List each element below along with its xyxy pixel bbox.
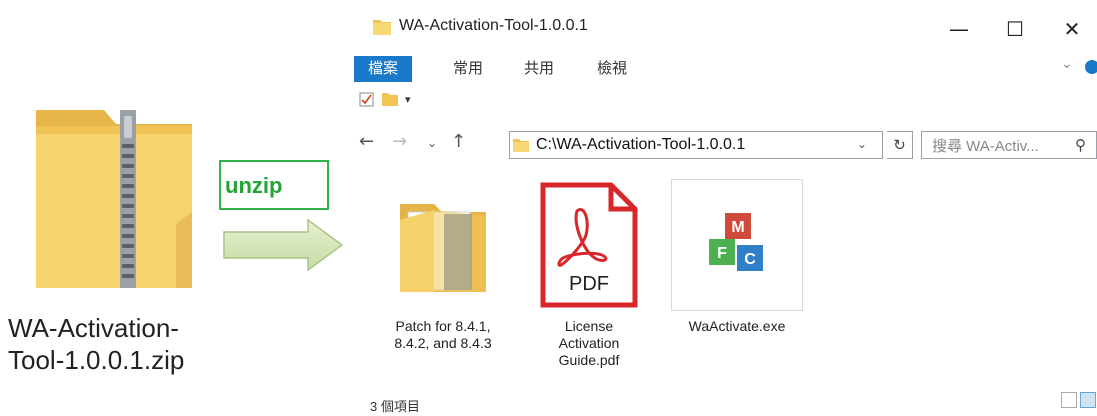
folder-icon	[513, 139, 529, 152]
tab-share[interactable]: 共用	[510, 56, 568, 82]
right-arrow-icon	[223, 218, 344, 272]
explorer-window: WA-Activation-Tool-1.0.0.1 — ☐ ✕ 檔案 常用 共…	[347, 0, 1097, 416]
new-folder-icon[interactable]	[381, 91, 399, 107]
status-bar-count: 3 個項目	[370, 399, 420, 414]
cube-letter-m: M	[731, 219, 744, 236]
item-label: WaActivate.exe	[688, 318, 786, 334]
search-icon: ⚲	[1075, 137, 1086, 154]
tab-file[interactable]: 檔案	[354, 56, 413, 82]
window-title: WA-Activation-Tool-1.0.0.1	[399, 17, 588, 34]
cube-letter-f: F	[717, 245, 727, 262]
tab-view[interactable]: 檢視	[583, 56, 641, 82]
navigation-bar: ← → ⌄ ↑ C:\WA-Activation-Tool-1.0.0.1 ⌄ …	[347, 123, 1097, 163]
search-placeholder: 搜尋 WA-Activ...	[932, 137, 1039, 155]
recent-locations-icon[interactable]: ⌄	[427, 136, 437, 150]
tab-home[interactable]: 常用	[439, 56, 497, 82]
customize-toolbar-icon[interactable]: ▾	[405, 93, 411, 106]
close-button[interactable]: ✕	[1052, 10, 1092, 48]
details-view-icon[interactable]	[1061, 392, 1077, 408]
help-icon[interactable]	[1085, 60, 1097, 74]
unzip-label: unzip	[225, 173, 283, 198]
back-icon[interactable]: ←	[359, 131, 374, 152]
item-label: License Activation Guide.pdf	[558, 318, 620, 368]
expand-ribbon-icon[interactable]: ⌄	[1061, 56, 1073, 72]
maximize-button[interactable]: ☐	[995, 10, 1035, 48]
ribbon-tabs: 檔案 常用 共用 檢視	[347, 52, 1097, 82]
pdf-badge: PDF	[569, 273, 609, 295]
view-switcher	[1061, 392, 1096, 408]
folder-icon	[400, 204, 486, 292]
list-item[interactable]: M F C WaActivate.exe	[671, 179, 803, 335]
address-dropdown-icon[interactable]: ⌄	[857, 137, 867, 151]
list-item[interactable]: Patch for 8.4.1, 8.4.2, and 8.4.3	[377, 180, 509, 352]
zip-folder-icon	[36, 110, 192, 288]
cube-letter-c: C	[744, 251, 756, 268]
folder-icon	[373, 20, 391, 35]
refresh-icon[interactable]: ↻	[887, 131, 913, 159]
zip-file[interactable]	[28, 104, 198, 294]
item-label: Patch for 8.4.1, 8.4.2, and 8.4.3	[394, 318, 492, 351]
large-icons-view-icon[interactable]	[1080, 392, 1096, 408]
address-bar[interactable]: C:\WA-Activation-Tool-1.0.0.1	[509, 131, 883, 159]
minimize-button[interactable]: —	[939, 10, 979, 48]
up-icon[interactable]: ↑	[451, 131, 466, 152]
zip-file-name: WA-Activation- Tool-1.0.0.1.zip	[8, 313, 185, 375]
title-bar: WA-Activation-Tool-1.0.0.1 — ☐ ✕	[347, 0, 1097, 52]
forward-icon[interactable]: →	[392, 131, 407, 152]
address-path: C:\WA-Activation-Tool-1.0.0.1	[536, 136, 746, 153]
list-item[interactable]: PDF License Activation Guide.pdf	[523, 180, 655, 369]
search-input[interactable]: 搜尋 WA-Activ... ⚲	[921, 131, 1097, 159]
mfc-cubes-icon: M F C	[709, 213, 763, 271]
properties-icon[interactable]	[359, 91, 375, 107]
quick-access-toolbar: ▾	[359, 86, 411, 112]
